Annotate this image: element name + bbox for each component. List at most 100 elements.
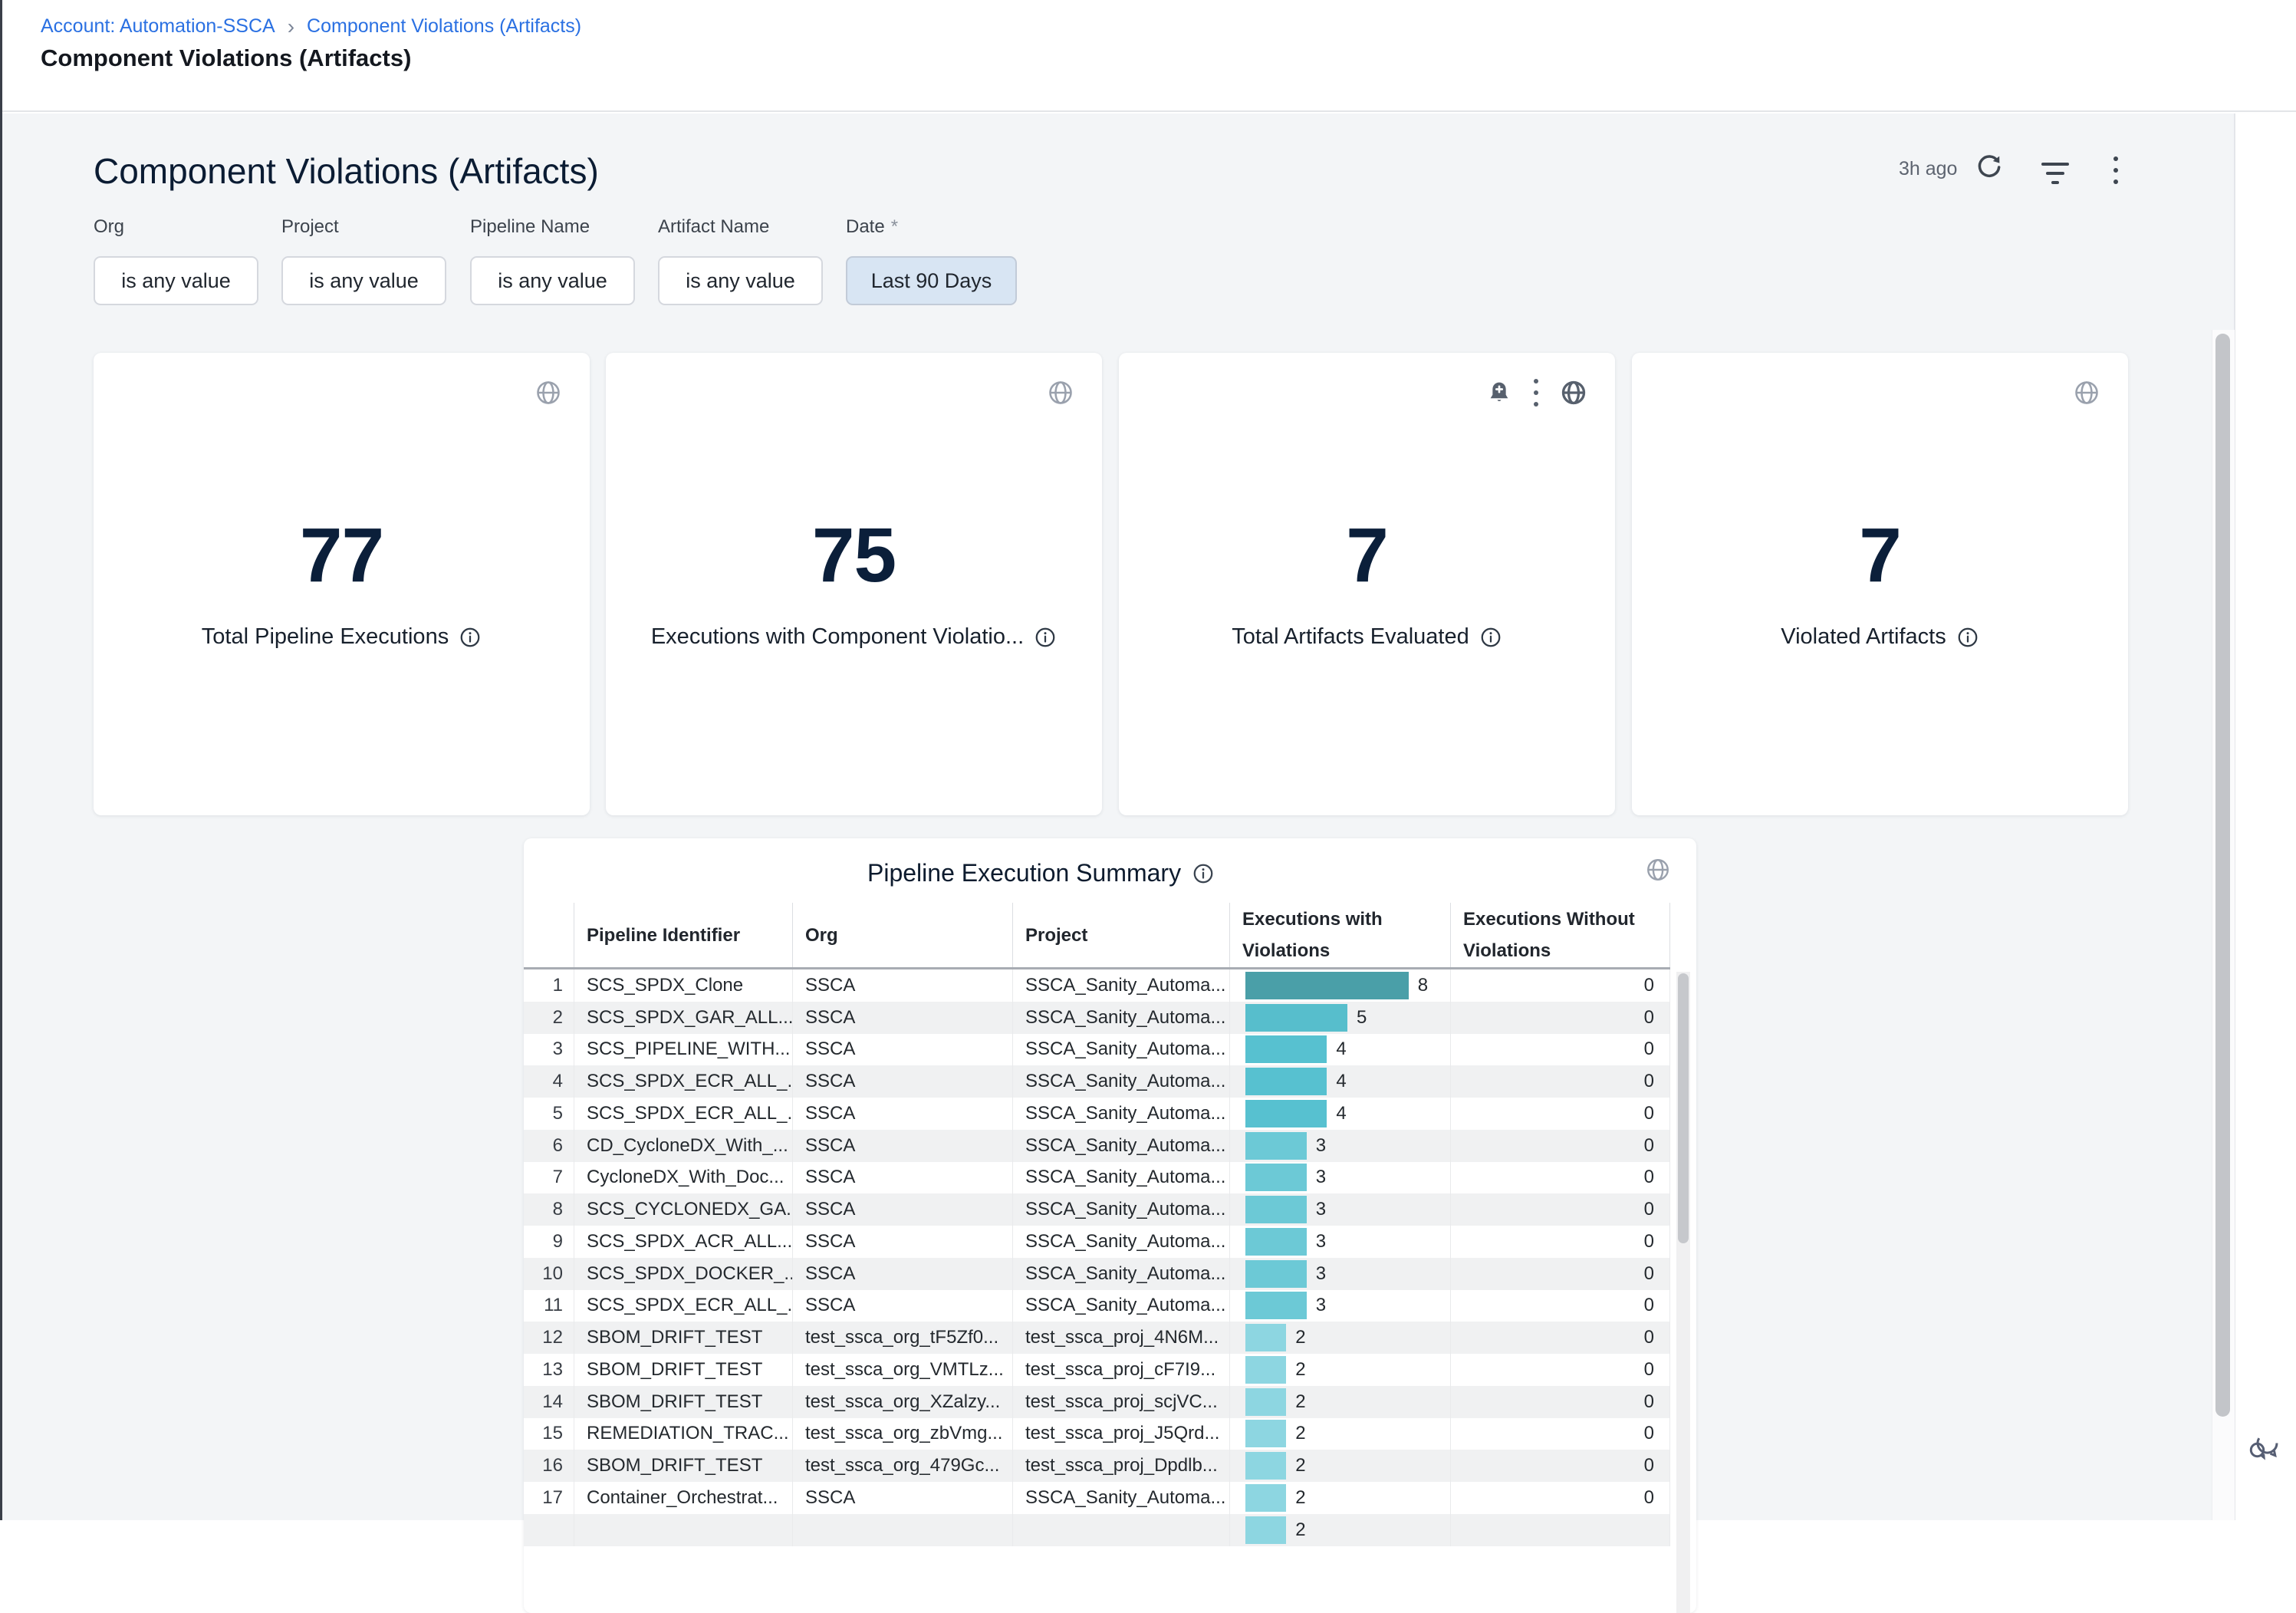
cell-org[interactable]: SSCA [793, 1482, 1013, 1514]
cell-pipeline-identifier[interactable]: REMEDIATION_TRAC... [574, 1418, 793, 1450]
column-header-executions-with-violations[interactable]: Executions withViolations [1230, 903, 1451, 967]
cell-pipeline-identifier[interactable]: SCS_CYCLONEDX_GA... [574, 1193, 793, 1226]
cell-executions-with-violations[interactable]: 2 [1230, 1514, 1451, 1546]
cell-org[interactable]: SSCA [793, 1226, 1013, 1258]
cell-pipeline-identifier[interactable] [574, 1514, 793, 1546]
cell-project[interactable]: SSCA_Sanity_Automa... [1013, 1034, 1230, 1066]
cell-project[interactable]: test_ssca_proj_Dpdlb... [1013, 1450, 1230, 1482]
cell-executions-without-violations[interactable]: 0 [1451, 1065, 1670, 1098]
globe-icon[interactable] [535, 379, 562, 407]
cell-org[interactable]: SSCA [793, 1130, 1013, 1162]
page-scrollbar-thumb[interactable] [2215, 334, 2230, 1417]
info-icon[interactable] [1192, 862, 1215, 885]
cell-project[interactable]: SSCA_Sanity_Automa... [1013, 1290, 1230, 1322]
cell-executions-without-violations[interactable]: 0 [1451, 1034, 1670, 1066]
cell-org[interactable]: SSCA [793, 1258, 1013, 1290]
column-header-pipeline-identifier[interactable]: Pipeline Identifier [574, 903, 793, 967]
cell-executions-with-violations[interactable]: 3 [1230, 1226, 1451, 1258]
cell-org[interactable] [793, 1514, 1013, 1546]
info-icon[interactable] [1479, 626, 1502, 649]
kebab-menu-icon[interactable] [2113, 156, 2118, 184]
cell-project[interactable]: SSCA_Sanity_Automa... [1013, 969, 1230, 1002]
cell-executions-with-violations[interactable]: 3 [1230, 1258, 1451, 1290]
cell-project[interactable]: SSCA_Sanity_Automa... [1013, 1226, 1230, 1258]
filter-artifact-name-value[interactable]: is any value [658, 256, 823, 305]
cell-org[interactable]: test_ssca_org_VMTLz... [793, 1354, 1013, 1386]
cell-pipeline-identifier[interactable]: SBOM_DRIFT_TEST [574, 1386, 793, 1418]
cell-pipeline-identifier[interactable]: SCS_SPDX_ACR_ALL... [574, 1226, 793, 1258]
cell-executions-without-violations[interactable]: 0 [1451, 1193, 1670, 1226]
table-scrollbar-thumb[interactable] [1678, 973, 1689, 1243]
cell-executions-without-violations[interactable]: 0 [1451, 1002, 1670, 1034]
cell-executions-without-violations[interactable]: 0 [1451, 1354, 1670, 1386]
cell-executions-with-violations[interactable]: 2 [1230, 1354, 1451, 1386]
globe-icon[interactable] [2073, 379, 2100, 407]
cell-pipeline-identifier[interactable]: SBOM_DRIFT_TEST [574, 1354, 793, 1386]
cell-project[interactable]: SSCA_Sanity_Automa... [1013, 1130, 1230, 1162]
cell-pipeline-identifier[interactable]: SBOM_DRIFT_TEST [574, 1322, 793, 1354]
cell-project[interactable]: SSCA_Sanity_Automa... [1013, 1002, 1230, 1034]
cell-executions-with-violations[interactable]: 4 [1230, 1034, 1451, 1066]
cell-pipeline-identifier[interactable]: SCS_SPDX_ECR_ALL_... [574, 1098, 793, 1130]
cell-org[interactable]: SSCA [793, 1162, 1013, 1194]
cell-executions-without-violations[interactable]: 0 [1451, 1386, 1670, 1418]
cell-executions-without-violations[interactable]: 0 [1451, 1258, 1670, 1290]
info-icon[interactable] [1956, 626, 1979, 649]
cell-project[interactable]: test_ssca_proj_4N6M... [1013, 1322, 1230, 1354]
cell-pipeline-identifier[interactable]: SCS_SPDX_ECR_ALL_... [574, 1065, 793, 1098]
cell-project[interactable]: test_ssca_proj_cF7I9... [1013, 1354, 1230, 1386]
kebab-menu-icon[interactable] [1534, 379, 1538, 407]
cell-pipeline-identifier[interactable]: SCS_SPDX_Clone [574, 969, 793, 1002]
cell-executions-with-violations[interactable]: 8 [1230, 969, 1451, 1002]
cell-executions-without-violations[interactable]: 0 [1451, 1482, 1670, 1514]
cell-pipeline-identifier[interactable]: SCS_SPDX_ECR_ALL_... [574, 1290, 793, 1322]
cell-executions-with-violations[interactable]: 4 [1230, 1098, 1451, 1130]
info-icon[interactable] [459, 626, 482, 649]
chat-help-icon[interactable] [2245, 1428, 2282, 1465]
cell-executions-with-violations[interactable]: 4 [1230, 1065, 1451, 1098]
cell-org[interactable]: SSCA [793, 1193, 1013, 1226]
cell-org[interactable]: test_ssca_org_zbVmg... [793, 1418, 1013, 1450]
cell-org[interactable]: test_ssca_org_tF5Zf0... [793, 1322, 1013, 1354]
cell-executions-without-violations[interactable]: 0 [1451, 1418, 1670, 1450]
cell-executions-with-violations[interactable]: 2 [1230, 1482, 1451, 1514]
cell-executions-without-violations[interactable]: 0 [1451, 1290, 1670, 1322]
cell-project[interactable] [1013, 1514, 1230, 1546]
cell-pipeline-identifier[interactable]: Container_Orchestrat... [574, 1482, 793, 1514]
cell-executions-with-violations[interactable]: 2 [1230, 1418, 1451, 1450]
cell-executions-with-violations[interactable]: 3 [1230, 1290, 1451, 1322]
info-icon[interactable] [1034, 626, 1057, 649]
breadcrumb-account-link[interactable]: Account: Automation-SSCA [41, 15, 275, 38]
column-header-org[interactable]: Org [793, 903, 1013, 967]
cell-pipeline-identifier[interactable]: CycloneDX_With_Doc... [574, 1162, 793, 1194]
cell-executions-with-violations[interactable]: 3 [1230, 1193, 1451, 1226]
cell-org[interactable]: SSCA [793, 1065, 1013, 1098]
globe-icon[interactable] [1560, 379, 1587, 407]
globe-icon[interactable] [1645, 857, 1671, 883]
cell-pipeline-identifier[interactable]: SBOM_DRIFT_TEST [574, 1450, 793, 1482]
cell-executions-with-violations[interactable]: 2 [1230, 1322, 1451, 1354]
cell-executions-without-violations[interactable]: 0 [1451, 1162, 1670, 1194]
cell-executions-without-violations[interactable] [1451, 1514, 1670, 1546]
column-header-project[interactable]: Project [1013, 903, 1230, 967]
cell-executions-without-violations[interactable]: 0 [1451, 969, 1670, 1002]
cell-project[interactable]: SSCA_Sanity_Automa... [1013, 1193, 1230, 1226]
cell-pipeline-identifier[interactable]: SCS_SPDX_GAR_ALL... [574, 1002, 793, 1034]
filter-pipeline-name-value[interactable]: is any value [470, 256, 635, 305]
filter-project-value[interactable]: is any value [281, 256, 446, 305]
cell-project[interactable]: SSCA_Sanity_Automa... [1013, 1162, 1230, 1194]
cell-pipeline-identifier[interactable]: CD_CycloneDX_With_... [574, 1130, 793, 1162]
cell-project[interactable]: test_ssca_proj_J5Qrd... [1013, 1418, 1230, 1450]
cell-executions-without-violations[interactable]: 0 [1451, 1450, 1670, 1482]
cell-executions-without-violations[interactable]: 0 [1451, 1226, 1670, 1258]
cell-executions-with-violations[interactable]: 2 [1230, 1450, 1451, 1482]
cell-pipeline-identifier[interactable]: SCS_PIPELINE_WITH... [574, 1034, 793, 1066]
column-header-executions-without-violations[interactable]: Executions WithoutViolations [1451, 903, 1670, 967]
cell-org[interactable]: SSCA [793, 1002, 1013, 1034]
cell-project[interactable]: SSCA_Sanity_Automa... [1013, 1065, 1230, 1098]
cell-pipeline-identifier[interactable]: SCS_SPDX_DOCKER_... [574, 1258, 793, 1290]
cell-org[interactable]: test_ssca_org_XZalzy... [793, 1386, 1013, 1418]
cell-org[interactable]: SSCA [793, 969, 1013, 1002]
cell-executions-without-violations[interactable]: 0 [1451, 1130, 1670, 1162]
filter-org-value[interactable]: is any value [94, 256, 258, 305]
